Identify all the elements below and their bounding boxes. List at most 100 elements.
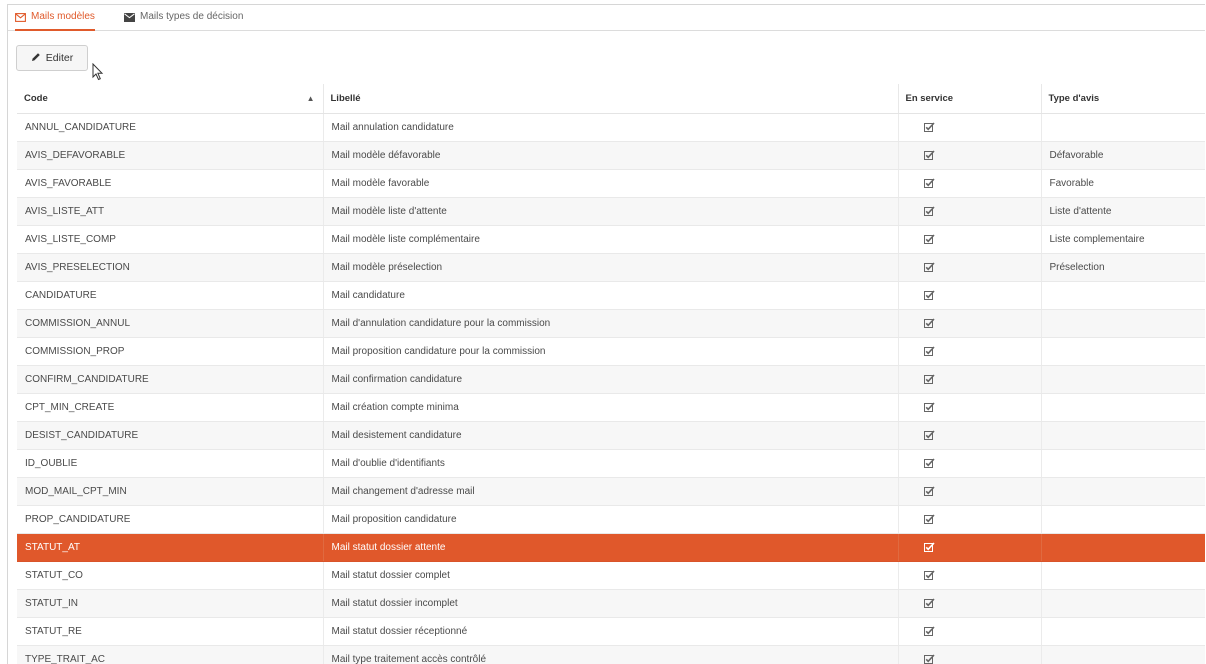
cell-type-avis: [1041, 338, 1205, 366]
checkbox-checked-icon: [924, 346, 935, 357]
tab-mails-modeles[interactable]: Mails modèles: [15, 5, 95, 29]
cell-en-service: [898, 394, 1041, 422]
cell-code: ID_OUBLIE: [17, 450, 323, 478]
table-row[interactable]: COMMISSION_PROPMail proposition candidat…: [17, 338, 1205, 366]
cell-type-avis: Liste complementaire: [1041, 226, 1205, 254]
cell-libelle: Mail changement d'adresse mail: [323, 478, 898, 506]
table-row[interactable]: COMMISSION_ANNULMail d'annulation candid…: [17, 310, 1205, 338]
cell-type-avis: [1041, 590, 1205, 618]
mail-models-table: Code▲ Libellé En service Type d'avis ANN…: [17, 84, 1205, 664]
cell-en-service: [898, 114, 1041, 142]
envelope-icon: [124, 13, 135, 22]
checkbox-checked-icon: [924, 514, 935, 525]
checkbox-checked-icon: [924, 122, 935, 133]
cell-code: CONFIRM_CANDIDATURE: [17, 366, 323, 394]
cell-en-service: [898, 142, 1041, 170]
cell-code: AVIS_PRESELECTION: [17, 254, 323, 282]
cell-libelle: Mail statut dossier incomplet: [323, 590, 898, 618]
cell-code: STATUT_AT: [17, 534, 323, 562]
pencil-icon: [31, 52, 41, 65]
envelope-outline-icon: [15, 13, 26, 22]
table-row[interactable]: STATUT_INMail statut dossier incomplet: [17, 590, 1205, 618]
cell-en-service: [898, 366, 1041, 394]
checkbox-checked-icon: [924, 458, 935, 469]
mail-models-panel: Mails modèles Mails types de décision Ed…: [7, 4, 1205, 664]
cell-code: MOD_MAIL_CPT_MIN: [17, 478, 323, 506]
checkbox-checked-icon: [924, 374, 935, 385]
cell-code: TYPE_TRAIT_AC: [17, 646, 323, 664]
cell-libelle: Mail modèle favorable: [323, 170, 898, 198]
cell-libelle: Mail desistement candidature: [323, 422, 898, 450]
cell-code: AVIS_LISTE_ATT: [17, 198, 323, 226]
mouse-pointer-icon: [92, 63, 104, 86]
cell-type-avis: Liste d'attente: [1041, 198, 1205, 226]
table-row[interactable]: AVIS_LISTE_ATTMail modèle liste d'attent…: [17, 198, 1205, 226]
table-row[interactable]: STATUT_ATMail statut dossier attente: [17, 534, 1205, 562]
column-header-code[interactable]: Code▲: [17, 84, 323, 114]
table-row[interactable]: ANNUL_CANDIDATUREMail annulation candida…: [17, 114, 1205, 142]
checkbox-checked-icon: [924, 542, 935, 553]
cell-en-service: [898, 422, 1041, 450]
table-row[interactable]: AVIS_FAVORABLEMail modèle favorable Favor…: [17, 170, 1205, 198]
checkbox-checked-icon: [924, 234, 935, 245]
cell-en-service: [898, 590, 1041, 618]
checkbox-checked-icon: [924, 430, 935, 441]
cell-type-avis: [1041, 450, 1205, 478]
cell-libelle: Mail type traitement accès contrôlé: [323, 646, 898, 664]
column-header-type-avis[interactable]: Type d'avis: [1041, 84, 1205, 114]
checkbox-checked-icon: [924, 178, 935, 189]
cell-code: STATUT_RE: [17, 618, 323, 646]
cell-type-avis: [1041, 282, 1205, 310]
cell-en-service: [898, 618, 1041, 646]
table-row[interactable]: ID_OUBLIEMail d'oublie d'identifiants: [17, 450, 1205, 478]
checkbox-checked-icon: [924, 262, 935, 273]
cell-code: AVIS_FAVORABLE: [17, 170, 323, 198]
cell-libelle: Mail statut dossier attente: [323, 534, 898, 562]
table-row[interactable]: STATUT_REMail statut dossier réceptionné: [17, 618, 1205, 646]
cell-libelle: Mail modèle liste d'attente: [323, 198, 898, 226]
checkbox-checked-icon: [924, 290, 935, 301]
cell-type-avis: Préselection: [1041, 254, 1205, 282]
cell-code: AVIS_DEFAVORABLE: [17, 142, 323, 170]
cell-code: DESIST_CANDIDATURE: [17, 422, 323, 450]
cell-en-service: [898, 534, 1041, 562]
cell-code: STATUT_CO: [17, 562, 323, 590]
table-row[interactable]: AVIS_DEFAVORABLEMail modèle défavorableD…: [17, 142, 1205, 170]
cell-code: PROP_CANDIDATURE: [17, 506, 323, 534]
table-row[interactable]: TYPE_TRAIT_ACMail type traitement accès …: [17, 646, 1205, 664]
cell-type-avis: Favorable: [1041, 170, 1205, 198]
cell-libelle: Mail modèle défavorable: [323, 142, 898, 170]
checkbox-checked-icon: [924, 570, 935, 581]
table-row[interactable]: CONFIRM_CANDIDATUREMail confirmation can…: [17, 366, 1205, 394]
cell-type-avis: [1041, 310, 1205, 338]
cell-type-avis: [1041, 506, 1205, 534]
cell-type-avis: [1041, 618, 1205, 646]
table-row[interactable]: DESIST_CANDIDATUREMail desistement candi…: [17, 422, 1205, 450]
table-row[interactable]: AVIS_PRESELECTIONMail modèle préselectio…: [17, 254, 1205, 282]
edit-button-label: Editer: [46, 52, 73, 64]
column-header-en-service[interactable]: En service: [898, 84, 1041, 114]
column-header-libelle[interactable]: Libellé: [323, 84, 898, 114]
checkbox-checked-icon: [924, 402, 935, 413]
cell-type-avis: [1041, 646, 1205, 664]
cell-type-avis: [1041, 534, 1205, 562]
tab-mails-types-decision[interactable]: Mails types de décision: [124, 5, 243, 29]
cell-libelle: Mail modèle préselection: [323, 254, 898, 282]
table-row[interactable]: PROP_CANDIDATUREMail proposition candida…: [17, 506, 1205, 534]
cell-en-service: [898, 478, 1041, 506]
cell-en-service: [898, 450, 1041, 478]
cell-en-service: [898, 226, 1041, 254]
edit-button[interactable]: Editer: [16, 45, 88, 71]
cell-libelle: Mail statut dossier complet: [323, 562, 898, 590]
cell-en-service: [898, 198, 1041, 226]
cell-en-service: [898, 646, 1041, 664]
cell-en-service: [898, 310, 1041, 338]
table-row[interactable]: CANDIDATUREMail candidature: [17, 282, 1205, 310]
table-row[interactable]: AVIS_LISTE_COMPMail modèle liste complém…: [17, 226, 1205, 254]
cell-libelle: Mail d'oublie d'identifiants: [323, 450, 898, 478]
cell-en-service: [898, 562, 1041, 590]
table-row[interactable]: CPT_MIN_CREATEMail création compte minim…: [17, 394, 1205, 422]
cell-en-service: [898, 338, 1041, 366]
table-row[interactable]: MOD_MAIL_CPT_MINMail changement d'adress…: [17, 478, 1205, 506]
table-row[interactable]: STATUT_COMail statut dossier complet: [17, 562, 1205, 590]
